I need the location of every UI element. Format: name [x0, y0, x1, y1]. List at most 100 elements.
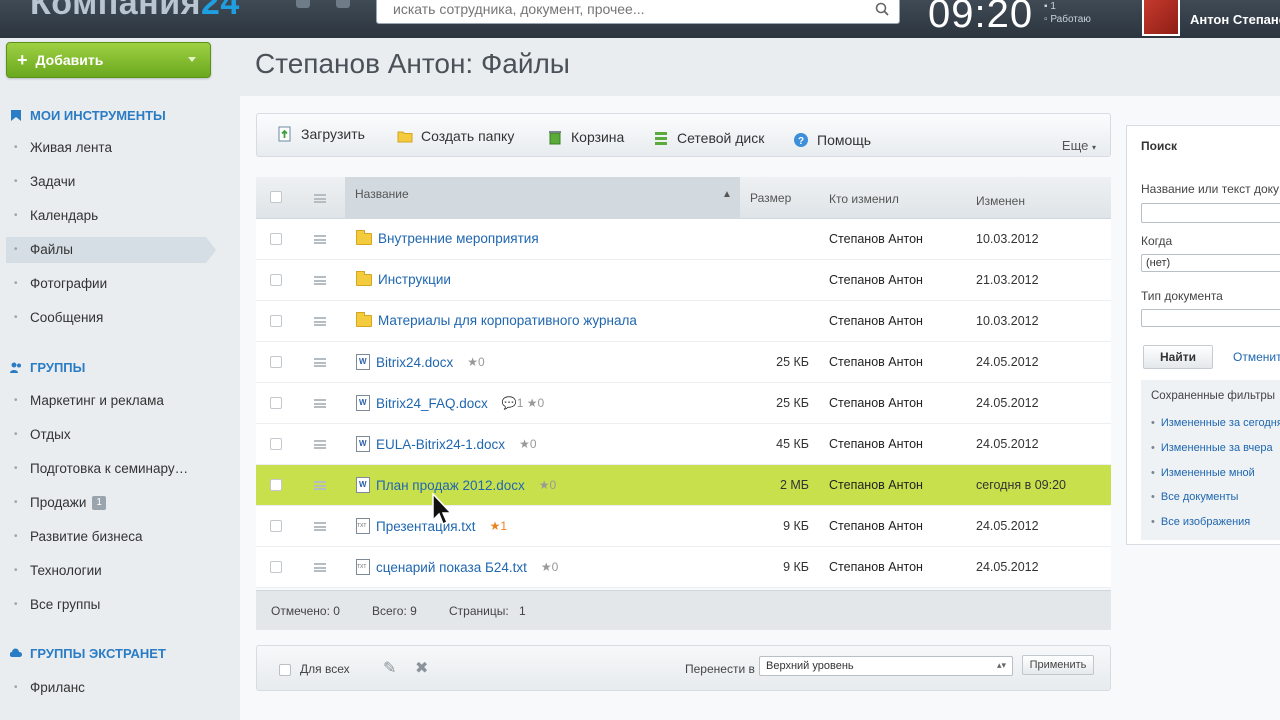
- create-folder-button[interactable]: Создать папку: [397, 128, 514, 144]
- chevron-down-icon[interactable]: [188, 57, 196, 62]
- row-menu-icon[interactable]: [314, 235, 326, 244]
- table-row[interactable]: Внутренние мероприятия Степанов Антон 10.0…: [256, 219, 1111, 260]
- file-link[interactable]: Презентация.txt: [376, 519, 476, 534]
- file-size: 2 МБ: [779, 478, 809, 492]
- group-action-bar: Для всех ✎ ✖ Перенести в Верхний уровень…: [256, 645, 1111, 691]
- table-row[interactable]: План продаж 2012.docx ★0 2 МБ Степанов Анто…: [256, 465, 1111, 506]
- apply-button[interactable]: Применить: [1022, 655, 1094, 675]
- add-button[interactable]: + Добавить: [6, 42, 211, 78]
- sidebar-item-tasks[interactable]: • Задачи: [14, 174, 75, 189]
- logo[interactable]: Компания24: [30, 0, 240, 23]
- table-row[interactable]: EULA-Bitrix24-1.docx ★0 45 КБ Степанов Анто…: [256, 424, 1111, 465]
- row-menu-icon[interactable]: [314, 522, 326, 531]
- column-modified[interactable]: Изменен: [976, 194, 1025, 208]
- file-link[interactable]: Bitrix24.docx: [376, 355, 453, 370]
- section-groups[interactable]: ГРУППЫ: [10, 360, 85, 375]
- file-link[interactable]: сценарий показа Б24.txt: [376, 560, 527, 575]
- search-icon[interactable]: [875, 2, 889, 16]
- row-checkbox[interactable]: [270, 233, 282, 245]
- column-modified-by[interactable]: Кто изменил: [829, 192, 899, 206]
- section-extranet[interactable]: ГРУППЫ ЭКСТРАНЕТ: [10, 646, 166, 661]
- file-link[interactable]: EULA-Bitrix24-1.docx: [376, 437, 505, 452]
- row-menu-icon[interactable]: [314, 358, 326, 367]
- table-row[interactable]: Bitrix24.docx ★0 25 КБ Степанов Антон 24.05.…: [256, 342, 1111, 383]
- network-disk-button[interactable]: Сетевой диск: [653, 130, 764, 146]
- type-filter-select[interactable]: [1141, 309, 1280, 327]
- find-button[interactable]: Найти: [1143, 345, 1213, 369]
- sidebar-item-marketing[interactable]: • Маркетинг и реклама: [14, 393, 164, 408]
- sidebar-item-calendar[interactable]: • Календарь: [14, 208, 98, 223]
- row-checkbox[interactable]: [270, 479, 282, 491]
- modified-date: 24.05.2012: [976, 437, 1039, 451]
- cancel-link[interactable]: Отменить: [1233, 350, 1280, 364]
- delete-icon[interactable]: ✖: [415, 658, 433, 677]
- trash-button[interactable]: Корзина: [547, 129, 624, 145]
- avatar[interactable]: [1142, 0, 1180, 36]
- column-size[interactable]: Размер: [750, 191, 791, 205]
- saved-filter-today[interactable]: • Измененные за сегодня: [1151, 417, 1280, 429]
- sidebar-item-all-groups[interactable]: • Все группы: [14, 597, 100, 612]
- row-menu-icon[interactable]: [314, 563, 326, 572]
- table-row[interactable]: Презентация.txt ★1 9 КБ Степанов Антон 24.05…: [256, 506, 1111, 547]
- column-name[interactable]: Название: [355, 187, 409, 201]
- row-menu-icon[interactable]: [314, 399, 326, 408]
- table-row[interactable]: Bitrix24_FAQ.docx 💬1 ★0 25 КБ Степанов Анто…: [256, 383, 1111, 424]
- file-link[interactable]: Bitrix24_FAQ.docx: [376, 396, 488, 411]
- saved-filter-by-me[interactable]: • Измененные мной: [1151, 467, 1255, 479]
- search-input[interactable]: [377, 0, 857, 23]
- type-filter-label: Тип документа: [1141, 289, 1223, 303]
- text-file-icon: [356, 518, 370, 534]
- row-checkbox[interactable]: [270, 561, 282, 573]
- file-link[interactable]: Материалы для корпоративного журнала: [378, 313, 637, 328]
- sidebar-item-photos[interactable]: • Фотографии: [14, 276, 107, 291]
- row-menu-icon[interactable]: [314, 481, 326, 490]
- search-box[interactable]: [376, 0, 900, 24]
- row-checkbox[interactable]: [270, 315, 282, 327]
- row-menu-icon[interactable]: [314, 317, 326, 326]
- columns-menu-icon[interactable]: [314, 194, 326, 203]
- file-link[interactable]: Инструкции: [378, 272, 451, 287]
- move-target-select[interactable]: Верхний уровень ▴▾: [759, 656, 1013, 676]
- row-checkbox[interactable]: [270, 274, 282, 286]
- settings-icon[interactable]: [336, 0, 350, 8]
- help-button[interactable]: ? Помощь: [793, 132, 871, 148]
- sidebar-item-feed[interactable]: • Живая лента: [14, 140, 112, 155]
- row-menu-icon[interactable]: [314, 440, 326, 449]
- name-filter-input[interactable]: [1141, 203, 1280, 223]
- page-link[interactable]: 1: [519, 604, 526, 618]
- sidebar-item-messages[interactable]: • Сообщения: [14, 310, 103, 325]
- row-checkbox[interactable]: [270, 356, 282, 368]
- saved-filter-yesterday[interactable]: • Измененные за вчера: [1151, 442, 1273, 454]
- sidebar-item-sales[interactable]: • Продажи 1: [14, 495, 106, 510]
- file-link[interactable]: План продаж 2012.docx: [376, 478, 525, 493]
- user-name[interactable]: Антон Степанов: [1190, 12, 1280, 27]
- sort-asc-icon[interactable]: ▲: [722, 189, 732, 200]
- when-filter-select[interactable]: (нет): [1141, 254, 1280, 272]
- work-status[interactable]: ▪ 1 ▫ Работаю: [1044, 0, 1091, 26]
- row-checkbox[interactable]: [270, 438, 282, 450]
- row-menu-icon[interactable]: [314, 276, 326, 285]
- sidebar-item-files[interactable]: • Файлы: [14, 242, 73, 257]
- sidebar-item-rest[interactable]: • Отдых: [14, 427, 71, 442]
- select-all-checkbox[interactable]: [270, 191, 282, 203]
- table-row[interactable]: Материалы для корпоративного журнала Степ…: [256, 301, 1111, 342]
- edit-icon[interactable]: ✎: [383, 658, 401, 677]
- row-checkbox[interactable]: [270, 520, 282, 532]
- saved-filter-all-images[interactable]: • Все изображения: [1151, 516, 1250, 528]
- more-menu[interactable]: Еще ▾: [1062, 138, 1096, 153]
- clock[interactable]: 09:20: [928, 0, 1033, 37]
- upload-button[interactable]: Загрузить: [277, 126, 365, 142]
- sidebar-item-seminar[interactable]: • Подготовка к семинару…: [14, 461, 188, 476]
- section-my-tools[interactable]: МОИ ИНСТРУМЕНТЫ: [10, 108, 166, 123]
- sidebar-item-freelance[interactable]: • Фриланс: [14, 680, 85, 695]
- for-all-label[interactable]: Для всех: [300, 662, 350, 676]
- file-link[interactable]: Внутренние мероприятия: [378, 231, 539, 246]
- table-row[interactable]: Инструкции Степанов Антон 21.03.2012: [256, 260, 1111, 301]
- saved-filter-all-docs[interactable]: • Все документы: [1151, 491, 1238, 503]
- row-checkbox[interactable]: [270, 397, 282, 409]
- sidebar-item-tech[interactable]: • Технологии: [14, 563, 102, 578]
- notifications-icon[interactable]: [296, 0, 310, 8]
- sidebar-item-business[interactable]: • Развитие бизнеса: [14, 529, 142, 544]
- for-all-checkbox[interactable]: [279, 664, 291, 676]
- table-row[interactable]: сценарий показа Б24.txt ★0 9 КБ Степанов Ан…: [256, 547, 1111, 588]
